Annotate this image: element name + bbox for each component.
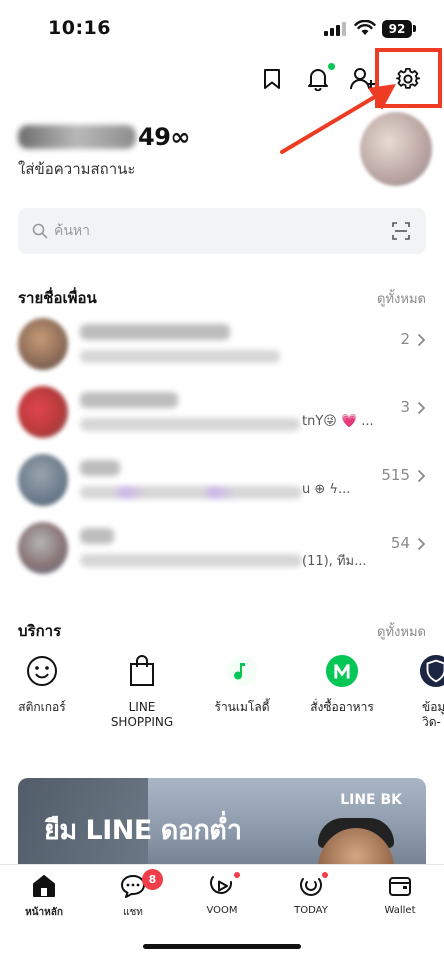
banner-headline: ยืม LINE ดอกต่ำ xyxy=(44,815,242,846)
battery-indicator: 92 xyxy=(382,20,412,38)
status-message[interactable]: ใส่ข้อความสถานะ xyxy=(18,157,135,181)
scan-icon[interactable] xyxy=(392,222,410,240)
nav-label: Wallet xyxy=(384,905,416,916)
melody-icon xyxy=(225,654,259,688)
friend-count: 54 xyxy=(390,534,410,552)
friends-section-title: รายชื่อเพื่อน xyxy=(18,289,97,307)
nav-label: แชท xyxy=(123,907,143,918)
friend-avatar xyxy=(18,454,68,506)
friend-name-redacted xyxy=(80,392,178,408)
nav-today[interactable]: TODAY xyxy=(271,873,351,916)
service-label: LINE SHOPPING xyxy=(110,700,174,729)
friend-avatar xyxy=(18,386,68,438)
wallet-icon xyxy=(387,873,413,899)
friend-message-redacted xyxy=(80,554,302,567)
chevron-right-icon xyxy=(417,401,426,415)
home-icon xyxy=(31,873,57,899)
services-section-title: บริการ xyxy=(18,622,62,640)
shield-icon xyxy=(419,654,444,688)
nav-label: VOOM xyxy=(206,905,238,916)
nav-label: TODAY xyxy=(294,905,328,916)
friend-row[interactable]: u ⊕ ϟ... 515 xyxy=(0,450,444,516)
friend-count: 3 xyxy=(400,398,410,416)
friend-message-redacted xyxy=(80,486,302,499)
friend-name-redacted xyxy=(80,460,120,476)
nav-label: หน้าหลัก xyxy=(25,907,63,918)
promo-banner[interactable]: ยืม LINE ดอกต่ำ LINE BK xyxy=(18,778,426,874)
service-food-order[interactable]: สั่งซื้ออาหาร xyxy=(297,654,387,715)
service-line-shopping[interactable]: LINE SHOPPING xyxy=(97,654,187,730)
friend-count: 515 xyxy=(381,466,410,484)
nav-wallet[interactable]: Wallet xyxy=(360,873,440,916)
shopping-bag-icon xyxy=(125,654,159,688)
search-icon xyxy=(32,223,48,239)
friend-row[interactable]: tnY😜 💗 ... 3 xyxy=(0,382,444,448)
chevron-right-icon xyxy=(417,537,426,551)
line-man-icon xyxy=(325,654,359,688)
friend-message-tail: (11), ทีม... xyxy=(302,554,367,569)
service-partial[interactable]: ข้อมู วิด- xyxy=(397,654,444,730)
service-label: ร้านเมโลดี้ xyxy=(214,700,270,714)
service-label: สติกเกอร์ xyxy=(18,700,66,714)
nav-home[interactable]: หน้าหลัก xyxy=(4,873,84,920)
voom-new-dot xyxy=(234,872,240,878)
friend-message-tail: u ⊕ ϟ... xyxy=(302,482,351,497)
battery-tip xyxy=(413,25,416,32)
friend-avatar xyxy=(18,318,68,370)
friend-message-tail: tnY😜 💗 ... xyxy=(302,414,374,429)
profile-name-suffix: 49∞ xyxy=(138,123,190,151)
service-label: ข้อมู วิด- xyxy=(422,700,444,729)
avatar[interactable] xyxy=(360,112,432,186)
service-melody-shop[interactable]: ร้านเมโลดี้ xyxy=(197,654,287,715)
friend-row[interactable]: (11), ทีม... 54 xyxy=(0,518,444,584)
search-bar[interactable] xyxy=(18,208,426,254)
smiley-icon xyxy=(25,654,59,688)
friend-name-redacted xyxy=(80,324,230,340)
services-see-all-link[interactable]: ดูทั้งหมด xyxy=(377,621,426,642)
home-indicator xyxy=(143,944,301,949)
notification-dot xyxy=(328,63,335,70)
friend-count: 2 xyxy=(400,330,410,348)
service-stickers[interactable]: สติกเกอร์ xyxy=(0,654,87,715)
profile-name-redacted xyxy=(18,125,136,149)
today-new-dot xyxy=(322,872,328,878)
chevron-right-icon xyxy=(417,469,426,483)
today-icon xyxy=(298,873,324,899)
chat-unread-badge: 8 xyxy=(142,869,163,890)
profile-name[interactable]: 49∞ xyxy=(18,122,190,152)
friend-message-redacted xyxy=(80,350,280,363)
friend-name-redacted xyxy=(80,528,114,544)
status-time: 10:16 xyxy=(48,17,111,39)
wifi-icon xyxy=(354,20,376,35)
friend-avatar xyxy=(18,522,68,574)
voom-icon xyxy=(209,873,235,899)
friend-message-redacted xyxy=(80,418,300,431)
friend-row[interactable]: 2 xyxy=(0,314,444,380)
service-label: สั่งซื้ออาหาร xyxy=(310,700,374,714)
search-input[interactable] xyxy=(54,208,384,254)
friends-see-all-link[interactable]: ดูทั้งหมด xyxy=(377,288,426,309)
cellular-signal-icon xyxy=(324,22,346,36)
nav-voom[interactable]: VOOM xyxy=(182,873,262,916)
chevron-right-icon xyxy=(417,333,426,347)
banner-brand: LINE BK xyxy=(340,792,402,808)
